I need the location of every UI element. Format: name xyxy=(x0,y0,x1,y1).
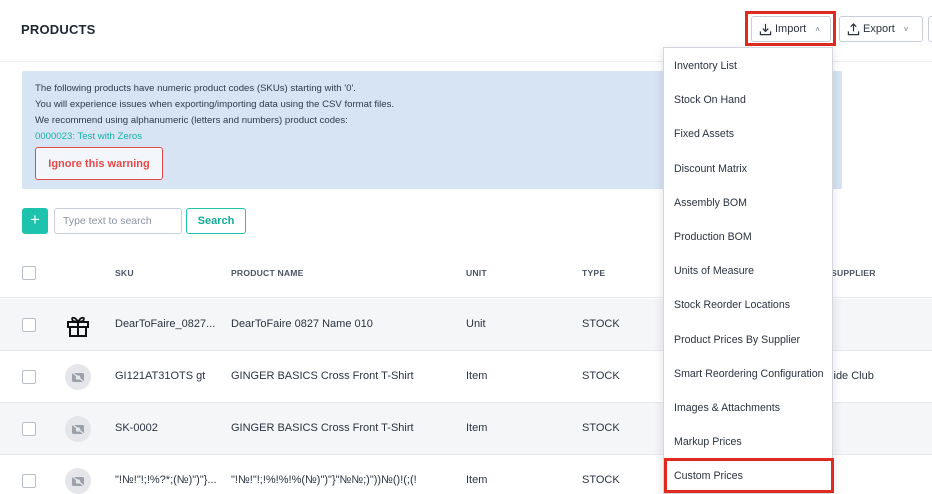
column-sku[interactable]: SKU xyxy=(115,268,134,278)
menu-item-units-of-measure[interactable]: Units of Measure xyxy=(664,254,832,288)
row-supplier: side Club xyxy=(828,370,874,382)
no-image-icon xyxy=(65,416,91,442)
warning-product-link[interactable]: 0000023: Test with Zeros xyxy=(35,131,142,142)
chevron-down-icon: ˅ xyxy=(903,24,909,34)
more-button[interactable] xyxy=(928,16,932,42)
row-type: STOCK xyxy=(582,422,620,434)
no-image-icon xyxy=(65,468,91,494)
row-unit: Item xyxy=(466,370,488,382)
menu-item-fixed-assets[interactable]: Fixed Assets xyxy=(664,117,832,151)
menu-item-production-bom[interactable]: Production BOM xyxy=(664,220,832,254)
menu-item-inventory-list[interactable]: Inventory List xyxy=(664,49,832,83)
row-type: STOCK xyxy=(582,370,620,382)
search-button[interactable]: Search xyxy=(186,208,246,234)
row-checkbox[interactable] xyxy=(22,370,36,384)
import-highlight-box xyxy=(745,11,836,46)
export-label: Export xyxy=(863,23,895,35)
row-sku: DearToFaire_0827... xyxy=(115,318,216,330)
column-product-name[interactable]: PRODUCT NAME xyxy=(231,268,304,278)
row-product-name: GINGER BASICS Cross Front T-Shirt xyxy=(231,422,414,434)
gift-icon xyxy=(65,312,91,338)
menu-item-assembly-bom[interactable]: Assembly BOM xyxy=(664,186,832,220)
menu-item-stock-on-hand[interactable]: Stock On Hand xyxy=(664,83,832,117)
warning-line-1: The following products have numeric prod… xyxy=(35,83,356,94)
row-sku: "!№!"!;!%?*;(№)")"}... xyxy=(115,474,217,486)
menu-item-product-prices-by-supplier[interactable]: Product Prices By Supplier xyxy=(664,323,832,357)
import-dropdown-menu: Inventory List Stock On Hand Fixed Asset… xyxy=(663,47,833,494)
warning-line-3: We recommend using alphanumeric (letters… xyxy=(35,115,348,126)
menu-item-stock-reorder-locations[interactable]: Stock Reorder Locations xyxy=(664,288,832,322)
search-input[interactable] xyxy=(54,208,182,234)
row-sku: GI121AT31OTS gt xyxy=(115,370,206,382)
menu-item-markup-prices[interactable]: Markup Prices xyxy=(664,425,832,459)
row-product-name: DearToFaire 0827 Name 010 xyxy=(231,318,373,330)
menu-item-discount-matrix[interactable]: Discount Matrix xyxy=(664,152,832,186)
export-icon xyxy=(847,22,860,35)
row-sku: SK-0002 xyxy=(115,422,158,434)
menu-item-smart-reordering-configuration[interactable]: Smart Reordering Configuration xyxy=(664,357,832,391)
row-unit: Item xyxy=(466,422,488,434)
column-unit[interactable]: UNIT xyxy=(466,268,487,278)
warning-line-2: You will experience issues when exportin… xyxy=(35,99,395,110)
page-title: PRODUCTS xyxy=(21,22,96,37)
row-checkbox[interactable] xyxy=(22,474,36,488)
row-product-name: GINGER BASICS Cross Front T-Shirt xyxy=(231,370,414,382)
row-unit: Unit xyxy=(466,318,486,330)
row-type: STOCK xyxy=(582,318,620,330)
export-button[interactable]: Export ˅ xyxy=(839,16,923,42)
select-all-checkbox[interactable] xyxy=(22,266,36,280)
custom-prices-highlight-box xyxy=(664,458,834,493)
ignore-warning-button[interactable]: Ignore this warning xyxy=(35,147,163,180)
row-unit: Item xyxy=(466,474,488,486)
row-checkbox[interactable] xyxy=(22,422,36,436)
no-image-icon xyxy=(65,364,91,390)
row-type: STOCK xyxy=(582,474,620,486)
row-product-name: "!№!"!;!%!%!%(№)")"}"№№;)"))№()!(;(! xyxy=(231,474,417,486)
column-type[interactable]: TYPE xyxy=(582,268,605,278)
menu-item-images-attachments[interactable]: Images & Attachments xyxy=(664,391,832,425)
row-checkbox[interactable] xyxy=(22,318,36,332)
add-product-button[interactable]: + xyxy=(22,208,48,234)
